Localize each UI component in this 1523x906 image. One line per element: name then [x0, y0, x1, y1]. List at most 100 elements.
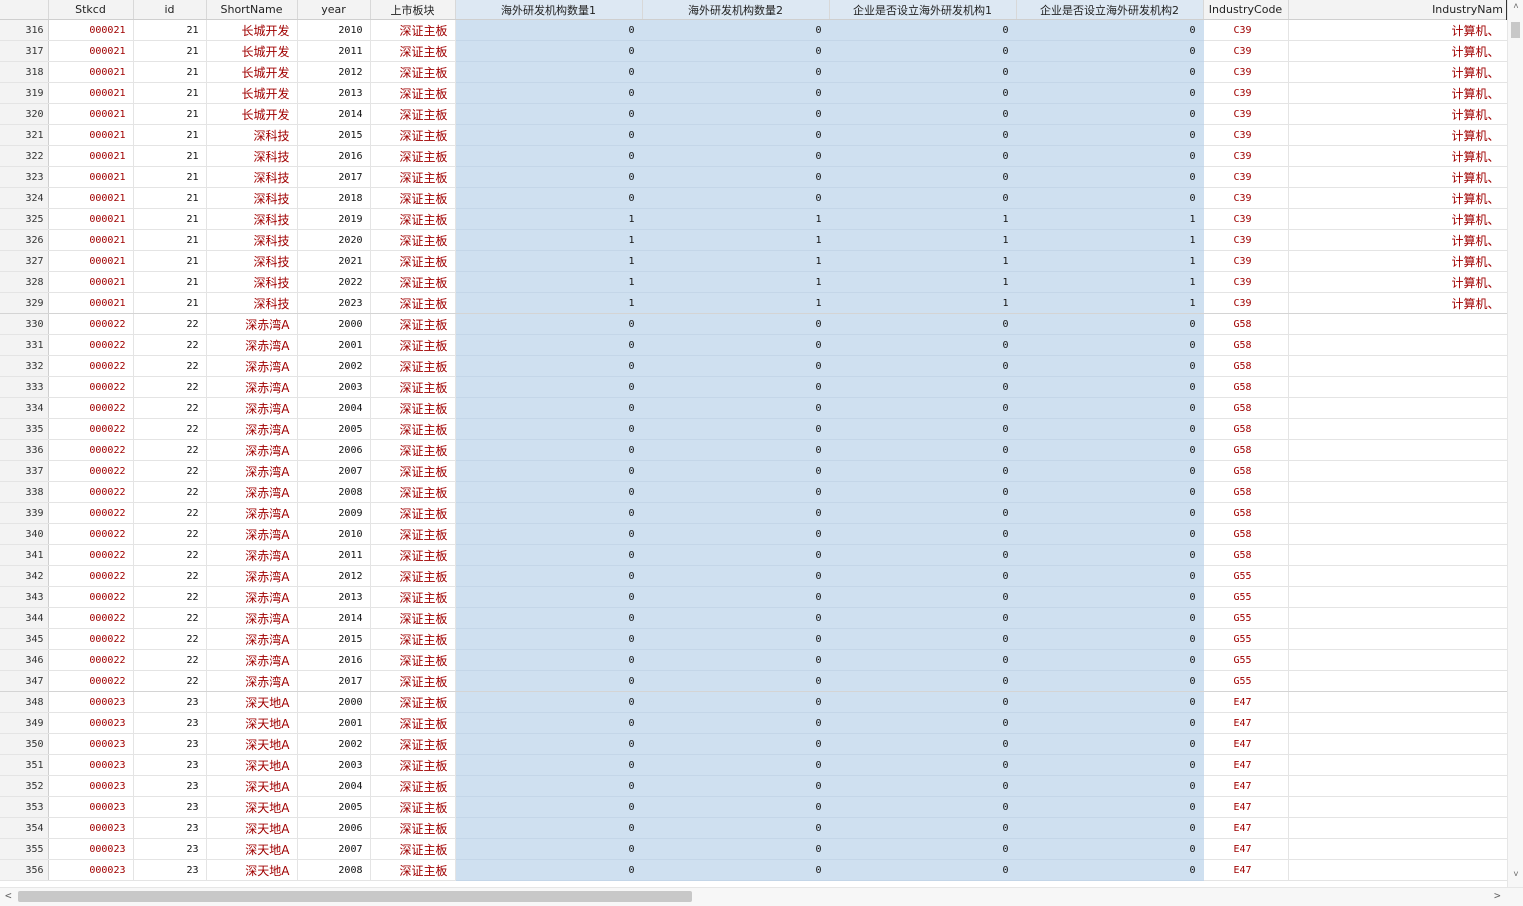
cell-shortname[interactable]: 深科技 — [206, 187, 298, 209]
cell-id[interactable]: 23 — [133, 859, 207, 881]
cell-industry-name[interactable] — [1288, 355, 1507, 377]
cell-year[interactable]: 2003 — [297, 376, 371, 398]
cell-id[interactable]: 22 — [133, 565, 207, 587]
cell-has-rd-2[interactable]: 0 — [1016, 187, 1204, 209]
table-row[interactable]: 327 000021 21 深科技 2021 深证主板 1 1 1 1 C39 计算机、 — [0, 250, 1507, 272]
cell-industry-name[interactable]: 计算机、 — [1288, 292, 1507, 314]
cell-board[interactable]: 深证主板 — [370, 250, 456, 272]
row-number[interactable]: 320 — [0, 103, 49, 125]
cell-industry-name[interactable] — [1288, 439, 1507, 461]
cell-rd-count-1[interactable]: 0 — [455, 628, 643, 650]
table-row[interactable]: 332 000022 22 深赤湾A 2002 深证主板 0 0 0 0 G58 — [0, 355, 1507, 377]
cell-has-rd-2[interactable]: 0 — [1016, 502, 1204, 524]
cell-has-rd-1[interactable]: 1 — [829, 250, 1017, 272]
cell-industry-name[interactable] — [1288, 565, 1507, 587]
cell-year[interactable]: 2020 — [297, 229, 371, 251]
table-row[interactable]: 316 000021 21 长城开发 2010 深证主板 0 0 0 0 C39 计算机、 — [0, 19, 1507, 41]
cell-stkcd[interactable]: 000022 — [48, 439, 134, 461]
cell-id[interactable]: 23 — [133, 712, 207, 734]
cell-industry-code[interactable]: C39 — [1203, 166, 1289, 188]
cell-industry-code[interactable]: C39 — [1203, 103, 1289, 125]
cell-has-rd-2[interactable]: 0 — [1016, 460, 1204, 482]
cell-has-rd-1[interactable]: 0 — [829, 649, 1017, 671]
cell-rd-count-1[interactable]: 0 — [455, 145, 643, 167]
cell-rd-count-2[interactable]: 0 — [642, 754, 830, 776]
cell-board[interactable]: 深证主板 — [370, 397, 456, 419]
row-number[interactable]: 333 — [0, 376, 49, 398]
cell-rd-count-1[interactable]: 0 — [455, 334, 643, 356]
cell-rd-count-1[interactable]: 0 — [455, 838, 643, 860]
cell-has-rd-1[interactable]: 0 — [829, 544, 1017, 566]
cell-stkcd[interactable]: 000021 — [48, 40, 134, 62]
scroll-up-icon[interactable]: ˄ — [1508, 2, 1523, 12]
cell-shortname[interactable]: 深赤湾A — [206, 628, 298, 650]
cell-has-rd-1[interactable]: 0 — [829, 838, 1017, 860]
cell-shortname[interactable]: 长城开发 — [206, 19, 298, 41]
cell-has-rd-2[interactable]: 0 — [1016, 334, 1204, 356]
cell-industry-code[interactable]: G55 — [1203, 628, 1289, 650]
cell-shortname[interactable]: 深赤湾A — [206, 397, 298, 419]
cell-id[interactable]: 21 — [133, 271, 207, 293]
cell-board[interactable]: 深证主板 — [370, 796, 456, 818]
cell-has-rd-2[interactable]: 0 — [1016, 145, 1204, 167]
cell-rd-count-2[interactable]: 1 — [642, 208, 830, 230]
cell-rd-count-1[interactable]: 0 — [455, 670, 643, 692]
cell-industry-code[interactable]: G55 — [1203, 670, 1289, 692]
cell-board[interactable]: 深证主板 — [370, 61, 456, 83]
cell-rd-count-1[interactable]: 1 — [455, 292, 643, 314]
cell-has-rd-2[interactable]: 1 — [1016, 292, 1204, 314]
column-header-industry-code[interactable]: IndustryCode — [1203, 0, 1289, 20]
cell-industry-code[interactable]: G55 — [1203, 565, 1289, 587]
cell-id[interactable]: 21 — [133, 103, 207, 125]
cell-shortname[interactable]: 深赤湾A — [206, 502, 298, 524]
cell-industry-name[interactable]: 计算机、 — [1288, 82, 1507, 104]
cell-rd-count-1[interactable]: 0 — [455, 649, 643, 671]
cell-id[interactable]: 23 — [133, 796, 207, 818]
cell-stkcd[interactable]: 000022 — [48, 523, 134, 545]
cell-industry-code[interactable]: G58 — [1203, 397, 1289, 419]
cell-industry-name[interactable]: 计算机、 — [1288, 187, 1507, 209]
cell-id[interactable]: 22 — [133, 649, 207, 671]
cell-id[interactable]: 23 — [133, 775, 207, 797]
cell-industry-code[interactable]: G55 — [1203, 607, 1289, 629]
cell-stkcd[interactable]: 000021 — [48, 250, 134, 272]
cell-industry-code[interactable]: G58 — [1203, 418, 1289, 440]
cell-rd-count-1[interactable]: 0 — [455, 397, 643, 419]
row-number[interactable]: 325 — [0, 208, 49, 230]
row-number[interactable]: 318 — [0, 61, 49, 83]
cell-has-rd-2[interactable]: 0 — [1016, 544, 1204, 566]
cell-board[interactable]: 深证主板 — [370, 733, 456, 755]
table-row[interactable]: 336 000022 22 深赤湾A 2006 深证主板 0 0 0 0 G58 — [0, 439, 1507, 461]
cell-board[interactable]: 深证主板 — [370, 439, 456, 461]
cell-industry-name[interactable] — [1288, 670, 1507, 692]
column-header-stkcd[interactable]: Stkcd — [48, 0, 134, 20]
cell-has-rd-2[interactable]: 0 — [1016, 670, 1204, 692]
cell-board[interactable]: 深证主板 — [370, 502, 456, 524]
cell-rd-count-2[interactable]: 0 — [642, 61, 830, 83]
column-header-id[interactable]: id — [133, 0, 207, 20]
row-number[interactable]: 342 — [0, 565, 49, 587]
cell-year[interactable]: 2002 — [297, 355, 371, 377]
cell-industry-code[interactable]: G58 — [1203, 481, 1289, 503]
cell-stkcd[interactable]: 000022 — [48, 649, 134, 671]
cell-board[interactable]: 深证主板 — [370, 817, 456, 839]
cell-industry-name[interactable]: 计算机、 — [1288, 145, 1507, 167]
cell-shortname[interactable]: 深天地A — [206, 712, 298, 734]
cell-id[interactable]: 21 — [133, 229, 207, 251]
cell-stkcd[interactable]: 000021 — [48, 229, 134, 251]
table-row[interactable]: 338 000022 22 深赤湾A 2008 深证主板 0 0 0 0 G58 — [0, 481, 1507, 503]
row-number[interactable]: 331 — [0, 334, 49, 356]
cell-year[interactable]: 2004 — [297, 775, 371, 797]
cell-stkcd[interactable]: 000023 — [48, 733, 134, 755]
cell-year[interactable]: 2015 — [297, 124, 371, 146]
cell-shortname[interactable]: 深天地A — [206, 691, 298, 713]
cell-has-rd-2[interactable]: 0 — [1016, 397, 1204, 419]
cell-has-rd-1[interactable]: 0 — [829, 775, 1017, 797]
cell-rd-count-1[interactable]: 0 — [455, 817, 643, 839]
cell-industry-name[interactable] — [1288, 481, 1507, 503]
cell-stkcd[interactable]: 000022 — [48, 418, 134, 440]
cell-industry-name[interactable]: 计算机、 — [1288, 271, 1507, 293]
cell-rd-count-2[interactable]: 0 — [642, 187, 830, 209]
cell-has-rd-1[interactable]: 1 — [829, 229, 1017, 251]
cell-industry-name[interactable] — [1288, 502, 1507, 524]
